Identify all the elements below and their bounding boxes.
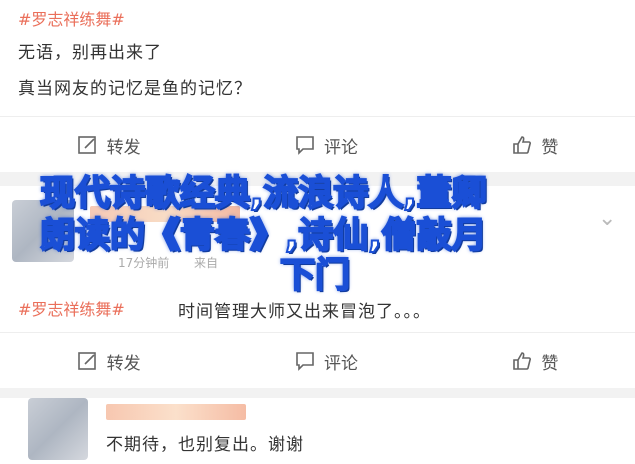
comment-label: 评论 — [323, 353, 358, 374]
separator — [0, 388, 635, 398]
like-label: 赞 — [541, 137, 559, 158]
repost-label: 转发 — [106, 137, 141, 158]
repost-button[interactable]: 转发 — [77, 349, 141, 374]
comment-label: 评论 — [323, 137, 358, 158]
post-text: 不期待，也别复出。谢谢 — [106, 435, 304, 455]
comment-icon — [296, 352, 314, 371]
username-blurred[interactable] — [106, 404, 246, 420]
post-text-line-2: 真当网友的记忆是鱼的记忆？ — [18, 79, 252, 99]
like-button[interactable]: 赞 — [511, 349, 558, 374]
action-bar: 转发 评论 赞 — [0, 116, 635, 174]
overlay-caption-line-3: 下门 — [279, 255, 351, 297]
overlay-caption-line-2: 朗读的《青春》,诗仙,僧敲月 — [39, 215, 488, 257]
hashtag-link[interactable]: #罗志祥练舞# — [18, 6, 125, 30]
thumbs-up-icon — [513, 136, 532, 154]
action-bar: 转发 评论 赞 — [0, 332, 635, 390]
avatar[interactable] — [28, 398, 88, 460]
repost-button[interactable]: 转发 — [77, 133, 141, 158]
chevron-down-icon[interactable]: ⌄ — [598, 206, 616, 231]
post-text-line-1: 无语，别再出来了 — [18, 43, 162, 63]
post-text: 时间管理大师又出来冒泡了。。。 — [178, 302, 431, 322]
comment-button[interactable]: 评论 — [294, 349, 358, 374]
comment-button[interactable]: 评论 — [294, 133, 358, 158]
comment-icon — [296, 136, 314, 155]
repost-label: 转发 — [106, 353, 141, 374]
overlay-caption-line-1: 现代诗歌经典,流浪诗人,董卿 — [39, 173, 488, 215]
repost-icon — [77, 352, 96, 370]
like-label: 赞 — [541, 353, 559, 374]
hashtag-link[interactable]: #罗志祥练舞# — [18, 296, 125, 320]
like-button[interactable]: 赞 — [511, 133, 558, 158]
repost-icon — [77, 136, 96, 154]
thumbs-up-icon — [513, 352, 532, 370]
